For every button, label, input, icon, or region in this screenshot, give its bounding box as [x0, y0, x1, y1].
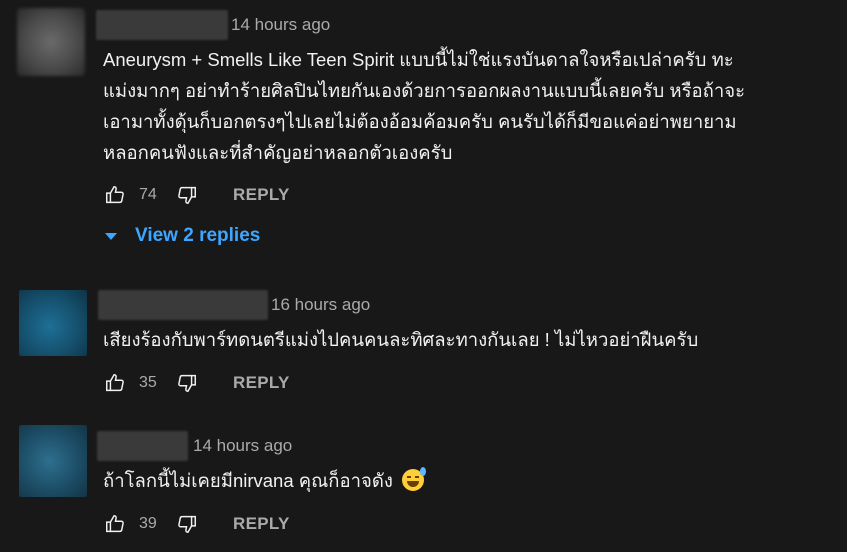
- emoji-sweat-smile-icon: [402, 467, 427, 491]
- comment-timestamp[interactable]: 14 hours ago: [231, 15, 330, 35]
- author-name-redacted[interactable]: [98, 290, 268, 320]
- avatar[interactable]: [19, 425, 87, 497]
- comment-text-line: ถ้าโลกนี้ไม่เคยมีnirvana คุณก็อาจดัง: [103, 470, 393, 491]
- thumb-down-icon[interactable]: [175, 512, 199, 536]
- reply-button[interactable]: REPLY: [233, 185, 290, 205]
- thumb-up-icon[interactable]: [103, 183, 127, 207]
- comment-text-line: เอามาทั้งดุ้นก็บอกตรงๆไปเลยไม่ต้องอ้อมค้…: [103, 111, 737, 132]
- comment-actions: 35 REPLY: [103, 369, 290, 397]
- view-replies-button[interactable]: View 2 replies: [101, 224, 260, 248]
- comment-text-line: หลอกคนฟังและที่สำคัญอย่าหลอกตัวเองครับ: [103, 142, 453, 163]
- comment-timestamp[interactable]: 14 hours ago: [193, 436, 292, 456]
- comment-actions: 39 REPLY: [103, 510, 290, 538]
- reply-button[interactable]: REPLY: [233, 514, 290, 534]
- comment-text: Aneurysm + Smells Like Teen Spirit แบบนี…: [103, 44, 823, 168]
- like-count: 39: [139, 515, 157, 532]
- like-count: 74: [139, 186, 157, 203]
- comment-text-line: Aneurysm + Smells Like Teen Spirit แบบนี…: [103, 49, 734, 70]
- reply-button[interactable]: REPLY: [233, 373, 290, 393]
- avatar[interactable]: [17, 8, 85, 76]
- comment-text-line: แม่งมากๆ อย่าทำร้ายศิลปินไทยกันเองด้วยกา…: [103, 80, 746, 101]
- comment-text-line: เสียงร้องกับพาร์ทดนตรีแม่งไปคนคนละทิศละท…: [103, 329, 699, 350]
- avatar[interactable]: [19, 290, 87, 356]
- thumb-up-icon[interactable]: [103, 512, 127, 536]
- author-name-redacted[interactable]: [97, 431, 188, 461]
- comment-timestamp[interactable]: 16 hours ago: [271, 295, 370, 315]
- comment-actions: 74 REPLY: [103, 181, 290, 209]
- comment-text: เสียงร้องกับพาร์ทดนตรีแม่งไปคนคนละทิศละท…: [103, 324, 823, 355]
- like-count: 35: [139, 374, 157, 391]
- caret-down-icon: [101, 224, 121, 248]
- view-replies-label: View 2 replies: [135, 225, 261, 246]
- comment-text: ถ้าโลกนี้ไม่เคยมีnirvana คุณก็อาจดัง: [103, 465, 823, 496]
- author-name-redacted[interactable]: [96, 10, 228, 40]
- thumb-down-icon[interactable]: [175, 183, 199, 207]
- thumb-down-icon[interactable]: [175, 371, 199, 395]
- thumb-up-icon[interactable]: [103, 371, 127, 395]
